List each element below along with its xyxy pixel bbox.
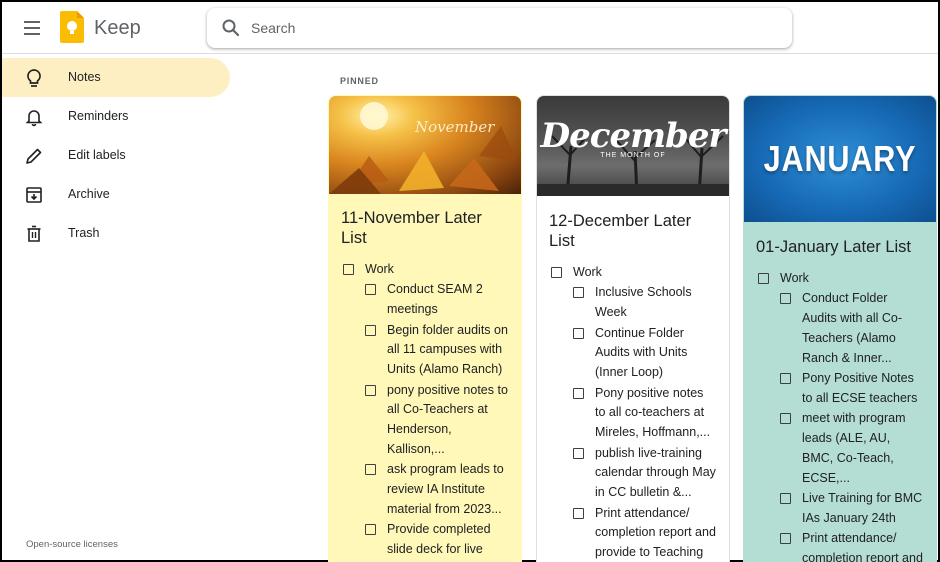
note-image: November [329, 96, 521, 194]
image-subcaption: THE MONTH OF [600, 152, 666, 159]
list-item-text: Conduct SEAM 2 meetings [387, 282, 483, 317]
checkbox[interactable] [365, 284, 376, 296]
list-item: Print attendance/ completion report and … [778, 529, 924, 562]
sidebar-item-label: Reminders [68, 109, 129, 123]
hamburger-icon-line [24, 33, 40, 35]
list-item: pony positive notes to all Co-Teachers a… [363, 381, 509, 460]
checkbox[interactable] [365, 524, 376, 536]
list-item-text: Conduct Folder Audits with all Co-Teache… [802, 291, 903, 365]
search-icon[interactable] [221, 18, 241, 38]
note-title: 11-November Later List [341, 209, 482, 247]
list-item-text: Pony Positive Notes to all ECSE teachers [802, 371, 918, 405]
list-item-text: meet with program leads (ALE, AU, BMC, C… [802, 411, 906, 485]
checkbox[interactable] [573, 447, 584, 459]
checkbox[interactable] [573, 287, 584, 299]
search-bar[interactable] [207, 8, 792, 48]
checklist: Work Inclusive Schools Week Continue Fol… [537, 263, 729, 562]
note-title: 01-January Later List [756, 238, 912, 256]
list-item: Print attendance/ completion report and … [571, 504, 717, 562]
list-item-text: Provide completed slide deck for live vi… [387, 522, 491, 562]
sidebar-item-label: Edit labels [68, 148, 126, 162]
checkbox[interactable] [573, 387, 584, 399]
list-item: publish live-training calendar through M… [571, 444, 717, 503]
archive-icon [26, 187, 42, 203]
app-title[interactable]: Keep [94, 17, 141, 40]
list-item-text: Pony positive notes to all co-teachers a… [595, 385, 711, 440]
checkbox[interactable] [365, 384, 376, 396]
search-input[interactable] [251, 16, 771, 40]
sidebar-item-label: Trash [68, 226, 100, 240]
list-item-text: Work [780, 271, 809, 285]
checkbox[interactable] [780, 533, 791, 545]
checkbox[interactable] [573, 327, 584, 339]
sidebar-item-label: Archive [68, 187, 110, 201]
list-item: Pony positive notes to all co-teachers a… [571, 384, 717, 443]
checkbox[interactable] [780, 493, 791, 505]
list-item: Inclusive Schools Week [571, 283, 717, 323]
list-item: Conduct SEAM 2 meetings [363, 280, 509, 320]
sidebar-item-trash[interactable]: Trash [2, 214, 230, 253]
list-item: Work [549, 263, 717, 283]
list-item-text: publish live-training calendar through M… [595, 445, 716, 500]
list-item: meet with program leads (ALE, AU, BMC, C… [778, 409, 924, 488]
pencil-icon [26, 148, 42, 164]
checklist: Work Conduct SEAM 2 meetings Begin folde… [329, 260, 521, 562]
image-caption: November [415, 118, 495, 136]
list-item: Pony Positive Notes to all ECSE teachers [778, 369, 924, 409]
list-item-text: Work [573, 265, 602, 279]
sidebar: Notes Reminders Edit labels Archive Tras… [2, 58, 234, 558]
list-item-text: Inclusive Schools Week [595, 285, 692, 320]
lightbulb-icon [27, 69, 41, 87]
image-caption: JANUARY [763, 138, 917, 179]
list-item: ask program leads to review IA Institute… [363, 460, 509, 519]
sidebar-item-archive[interactable]: Archive [2, 175, 230, 214]
hamburger-icon [24, 21, 40, 23]
list-item-text: Begin folder audits on all 11 campuses w… [387, 322, 508, 377]
checkbox[interactable] [780, 413, 791, 425]
bell-icon [25, 110, 43, 127]
list-item: Live Training for BMC IAs January 24th [778, 489, 924, 529]
note-image: December THE MONTH OF [537, 96, 729, 196]
list-item-text: Print attendance/ completion report and … [802, 531, 923, 562]
list-item-text: Continue Folder Audits with Units (Inner… [595, 325, 688, 380]
checkbox[interactable] [343, 264, 354, 275]
checkbox[interactable] [573, 507, 584, 519]
trash-icon [27, 225, 41, 242]
list-item: Work [341, 260, 509, 280]
list-item-text: Print attendance/ completion report and … [595, 505, 716, 560]
checkbox[interactable] [758, 273, 769, 284]
checklist: Work Conduct Folder Audits with all Co-T… [744, 269, 936, 562]
checkbox[interactable] [365, 464, 376, 476]
keep-logo-icon[interactable] [60, 11, 84, 43]
checkbox[interactable] [551, 267, 562, 278]
list-item: Begin folder audits on all 11 campuses w… [363, 321, 509, 380]
note-card-december[interactable]: December THE MONTH OF 12-December Later … [536, 95, 730, 562]
list-item: Work [756, 269, 924, 289]
main-menu-button[interactable] [18, 14, 46, 42]
list-item: Continue Folder Audits with Units (Inner… [571, 324, 717, 383]
list-item-text: pony positive notes to all Co-Teachers a… [387, 382, 508, 456]
checkbox[interactable] [780, 373, 791, 385]
list-item-text: ask program leads to review IA Institute… [387, 462, 504, 516]
note-title: 12-December Later List [549, 212, 692, 250]
pinned-section-label: PINNED [340, 76, 379, 86]
hamburger-icon-line [24, 27, 40, 29]
note-image: JANUARY [744, 96, 936, 222]
note-card-november[interactable]: November 11-November Later List Work Con… [328, 95, 522, 562]
checkbox[interactable] [780, 293, 791, 305]
sidebar-item-edit-labels[interactable]: Edit labels [2, 136, 230, 175]
checkbox[interactable] [365, 324, 376, 336]
list-item: Provide completed slide deck for live vi… [363, 520, 509, 562]
image-caption: December [540, 116, 727, 156]
list-item-text: Work [365, 262, 394, 276]
top-bar: Keep [2, 2, 938, 54]
list-item-text: Live Training for BMC IAs January 24th [802, 491, 923, 525]
list-item: Conduct Folder Audits with all Co-Teache… [778, 289, 924, 368]
sidebar-item-reminders[interactable]: Reminders [2, 97, 230, 136]
autumn-leaves-image [329, 102, 517, 194]
note-card-january[interactable]: JANUARY 01-January Later List Work Condu… [743, 95, 937, 562]
sidebar-item-label: Notes [68, 70, 101, 84]
sidebar-item-notes[interactable]: Notes [2, 58, 230, 97]
open-source-licenses-link[interactable]: Open-source licenses [26, 539, 118, 550]
